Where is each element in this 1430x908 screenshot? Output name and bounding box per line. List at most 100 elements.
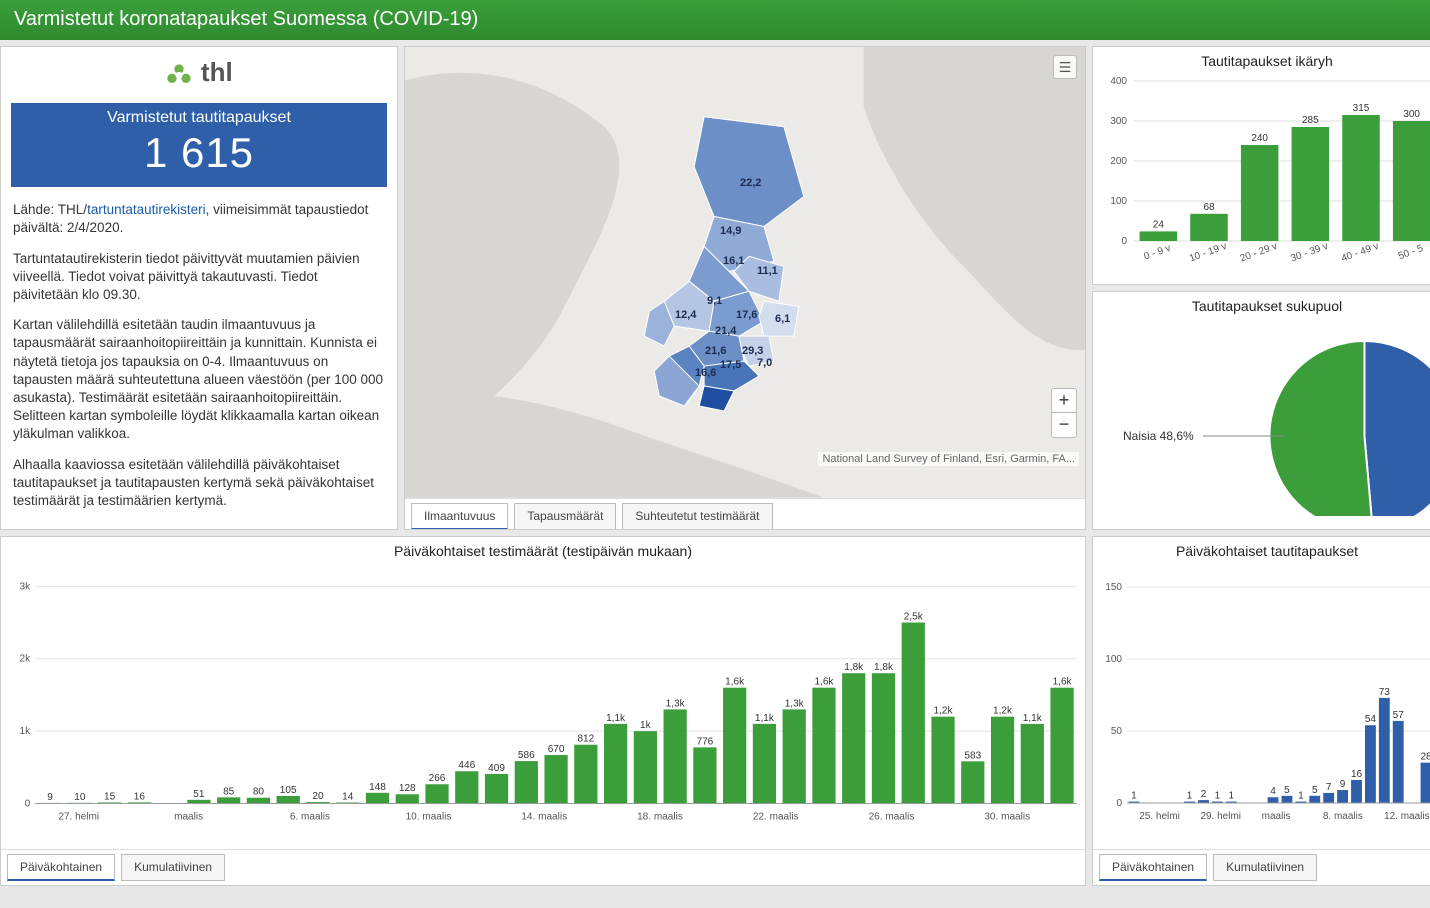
svg-text:1,6k: 1,6k	[725, 677, 745, 688]
svg-text:57: 57	[1393, 710, 1405, 721]
svg-text:670: 670	[548, 744, 565, 755]
svg-text:15: 15	[104, 791, 116, 802]
svg-text:27. helmi: 27. helmi	[58, 812, 99, 823]
svg-text:409: 409	[488, 763, 505, 774]
info-p2: Tartuntatautirekisterin tiedot päivittyv…	[13, 250, 385, 305]
svg-text:10: 10	[74, 792, 86, 803]
tab-testimaarat[interactable]: Suhteutetut testimäärät	[622, 503, 772, 530]
tests-bar-chart: 01k2k3k910151651858010520141481282664464…	[1, 565, 1085, 849]
zoom-out-button[interactable]: −	[1052, 413, 1076, 437]
svg-text:0: 0	[1121, 236, 1127, 247]
source-link[interactable]: tartuntatautirekisteri	[87, 202, 206, 217]
zoom-in-button[interactable]: +	[1052, 389, 1076, 413]
svg-text:9: 9	[1340, 779, 1346, 790]
gender-chart-title: Tautitapaukset sukupuol	[1093, 292, 1430, 316]
tab-tests-daily[interactable]: Päiväkohtainen	[7, 854, 115, 881]
svg-text:4: 4	[1270, 786, 1276, 797]
svg-text:51: 51	[193, 789, 205, 800]
svg-text:285: 285	[1302, 115, 1319, 126]
svg-text:1,1k: 1,1k	[606, 713, 626, 724]
svg-text:2: 2	[1201, 789, 1207, 800]
svg-text:6. maalis: 6. maalis	[290, 812, 330, 823]
svg-text:16: 16	[134, 791, 146, 802]
svg-text:1: 1	[1298, 791, 1304, 802]
info-p4: Alhaalla kaaviossa esitetään välilehdill…	[13, 456, 385, 511]
svg-text:100: 100	[1105, 654, 1122, 665]
map-tabs: Ilmaantuvuus Tapausmäärät Suhteutetut te…	[405, 498, 1085, 530]
svg-text:1,3k: 1,3k	[785, 698, 805, 709]
svg-text:2k: 2k	[20, 654, 32, 665]
svg-text:300: 300	[1110, 116, 1127, 127]
svg-text:20: 20	[312, 791, 324, 802]
svg-text:150: 150	[1105, 582, 1122, 593]
svg-text:73: 73	[1379, 687, 1391, 698]
clover-icon	[165, 62, 193, 93]
info-p3: Kartan välilehdillä esitetään taudin ilm…	[13, 316, 385, 444]
map-panel: 22,214,916,111,19,112,417,66,121,421,629…	[404, 46, 1086, 530]
svg-text:40 - 49 v: 40 - 49 v	[1340, 241, 1380, 265]
tab-tapausmaarat[interactable]: Tapausmäärät	[514, 503, 616, 530]
map-canvas[interactable]: 22,214,916,111,19,112,417,66,121,421,629…	[405, 47, 1085, 498]
svg-text:1,6k: 1,6k	[1053, 677, 1073, 688]
svg-text:maalis: maalis	[174, 812, 203, 823]
svg-text:1: 1	[1187, 791, 1193, 802]
svg-text:240: 240	[1251, 133, 1268, 144]
svg-text:583: 583	[964, 750, 981, 761]
info-body: Lähde: THL/tartuntatautirekisteri, viime…	[1, 197, 397, 526]
kpi-label: Varmistetut tautitapaukset	[11, 109, 387, 129]
legend-icon[interactable]	[1053, 55, 1077, 79]
svg-text:148: 148	[369, 782, 386, 793]
svg-text:24: 24	[1153, 219, 1165, 230]
svg-text:18. maalis: 18. maalis	[637, 812, 683, 823]
finland-map	[405, 47, 1085, 498]
svg-text:12. maalis: 12. maalis	[1384, 811, 1430, 822]
svg-text:1: 1	[1131, 791, 1137, 802]
tab-tests-cumulative[interactable]: Kumulatiivinen	[121, 854, 225, 881]
svg-text:586: 586	[518, 750, 535, 761]
svg-text:Naisia 48,6%: Naisia 48,6%	[1123, 429, 1194, 443]
tests-chart-title: Päiväkohtaiset testimäärät (testipäivän …	[1, 537, 1085, 565]
page-title: Varmistetut koronatapaukset Suomessa (CO…	[0, 0, 1430, 40]
svg-text:25. helmi: 25. helmi	[1139, 811, 1180, 822]
svg-text:0: 0	[25, 799, 31, 810]
svg-text:80: 80	[253, 787, 265, 798]
svg-text:0 - 9 v: 0 - 9 v	[1143, 243, 1173, 263]
svg-text:30 - 39 v: 30 - 39 v	[1289, 241, 1329, 265]
svg-text:1,1k: 1,1k	[1023, 713, 1043, 724]
age-chart-panel: Tautitapaukset ikäryh 0100200300400240 -…	[1092, 46, 1430, 285]
age-bar-chart: 0100200300400240 - 9 v6810 - 19 v24020 -…	[1093, 71, 1430, 276]
svg-text:446: 446	[458, 760, 475, 771]
svg-text:0: 0	[1116, 798, 1122, 809]
svg-text:68: 68	[1203, 202, 1215, 213]
svg-text:28: 28	[1420, 752, 1430, 763]
svg-text:776: 776	[697, 736, 714, 747]
svg-text:315: 315	[1353, 103, 1370, 114]
svg-text:2,5k: 2,5k	[904, 612, 924, 623]
svg-text:maalis: maalis	[1262, 811, 1291, 822]
svg-text:1,6k: 1,6k	[814, 677, 834, 688]
age-chart-title: Tautitapaukset ikäryh	[1093, 47, 1430, 71]
kpi-value: 1 615	[11, 129, 387, 177]
svg-text:1: 1	[1229, 791, 1235, 802]
tab-cases-cumulative[interactable]: Kumulatiivinen	[1213, 854, 1317, 881]
zoom-control: + −	[1051, 388, 1077, 438]
svg-text:300: 300	[1403, 109, 1420, 120]
svg-text:85: 85	[223, 786, 235, 797]
svg-text:1,3k: 1,3k	[666, 698, 686, 709]
svg-text:10 - 19 v: 10 - 19 v	[1188, 241, 1228, 265]
gender-pie-chart: Naisia 48,6%	[1093, 316, 1430, 516]
info-panel: thl Varmistetut tautitapaukset 1 615 Läh…	[0, 46, 398, 530]
svg-text:22. maalis: 22. maalis	[753, 812, 799, 823]
svg-text:812: 812	[577, 734, 594, 745]
svg-text:1,1k: 1,1k	[755, 713, 775, 724]
svg-text:1k: 1k	[20, 726, 32, 737]
gender-chart-panel: Tautitapaukset sukupuol Naisia 48,6%	[1092, 291, 1430, 530]
svg-text:26. maalis: 26. maalis	[869, 812, 915, 823]
tab-ilmaantuvuus[interactable]: Ilmaantuvuus	[411, 503, 508, 530]
svg-text:14. maalis: 14. maalis	[521, 812, 567, 823]
svg-text:20 - 29 v: 20 - 29 v	[1239, 241, 1279, 265]
tab-cases-daily[interactable]: Päiväkohtainen	[1099, 854, 1207, 881]
source-prefix: Lähde: THL/	[13, 202, 87, 217]
brand-text: thl	[201, 57, 233, 87]
svg-text:1: 1	[1215, 791, 1221, 802]
